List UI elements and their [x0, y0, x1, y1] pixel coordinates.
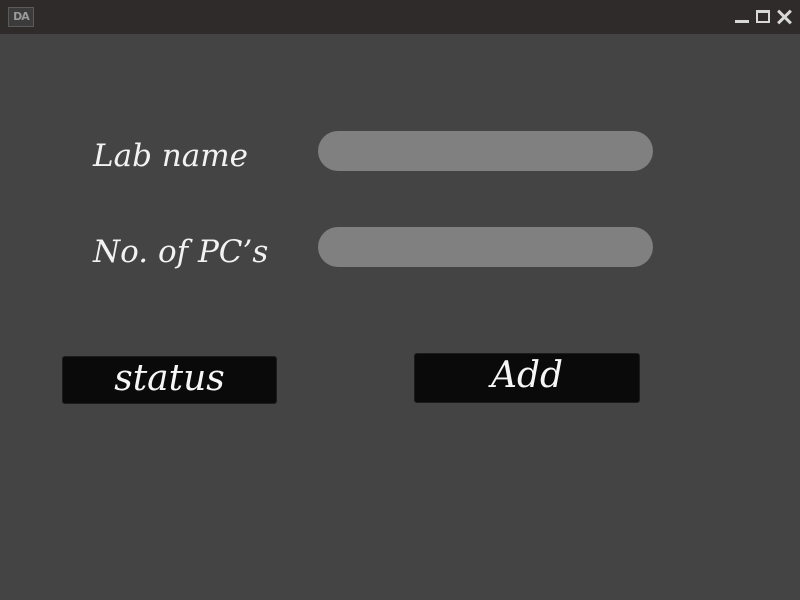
- close-icon: [776, 9, 792, 25]
- status-button[interactable]: status: [62, 356, 277, 404]
- close-button[interactable]: [776, 9, 792, 25]
- lab-name-input[interactable]: [318, 131, 653, 171]
- pc-count-label: No. of PC’s: [93, 234, 269, 270]
- minimize-icon: [735, 20, 749, 23]
- app-window: DA Lab name No. of PC’s status Add: [0, 0, 800, 600]
- maximize-icon: [756, 10, 770, 23]
- pc-count-input[interactable]: [318, 227, 653, 267]
- lab-name-label: Lab name: [93, 138, 248, 174]
- window-controls: [734, 9, 792, 25]
- app-logo-icon: DA: [8, 7, 34, 27]
- minimize-button[interactable]: [734, 9, 750, 25]
- add-button[interactable]: Add: [414, 353, 640, 403]
- maximize-button[interactable]: [755, 9, 771, 25]
- title-bar[interactable]: DA: [0, 0, 800, 34]
